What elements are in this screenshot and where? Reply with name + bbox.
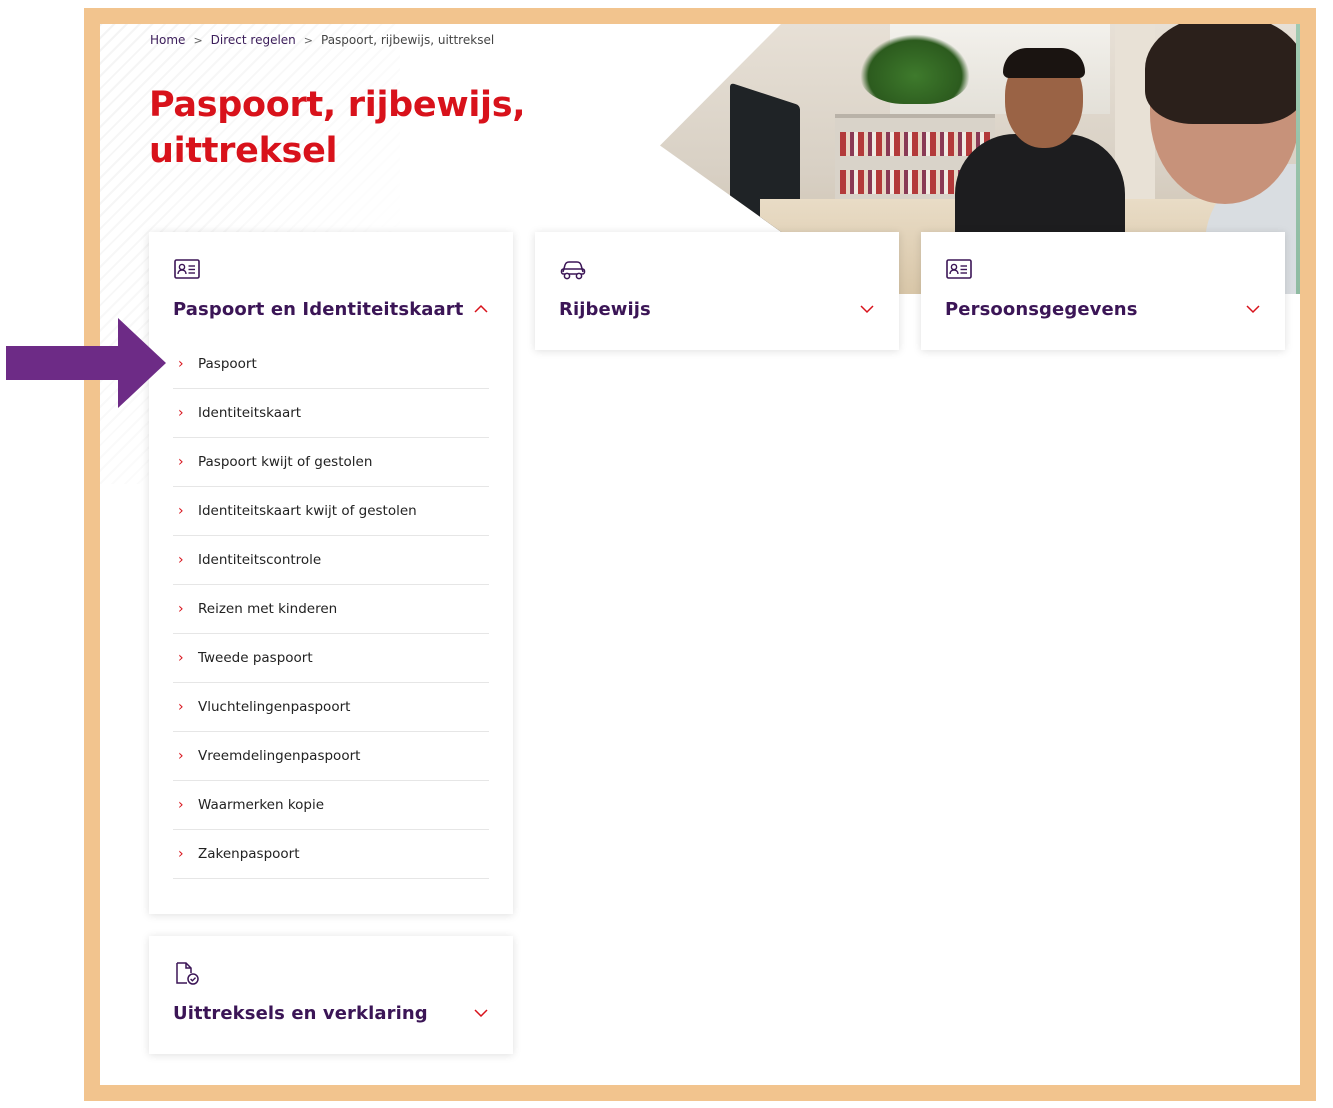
annotation-arrow-icon: [6, 318, 166, 408]
breadcrumb: Home > Direct regelen > Paspoort, rijbew…: [150, 33, 494, 47]
card-header-toggle[interactable]: Paspoort en Identiteitskaart: [173, 296, 489, 322]
submenu-item-paspoort[interactable]: › Paspoort: [173, 340, 489, 389]
card-title: Uittreksels en verklaring: [173, 1002, 428, 1024]
car-icon: [560, 261, 586, 280]
submenu-item-label: Vreemdelingenpaspoort: [198, 748, 361, 764]
chevron-up-icon[interactable]: [473, 304, 489, 314]
submenu-item-vreemdelingenpaspoort[interactable]: › Vreemdelingenpaspoort: [173, 732, 489, 781]
chevron-right-icon: ›: [178, 356, 184, 372]
card-header-toggle[interactable]: Uittreksels en verklaring: [173, 1000, 489, 1026]
id-card-icon: [174, 259, 200, 279]
submenu-item-label: Identiteitskaart kwijt of gestolen: [198, 503, 417, 519]
page-title-line-2: uittreksel: [149, 131, 338, 171]
chevron-right-icon: ›: [178, 601, 184, 617]
submenu-item-label: Tweede paspoort: [198, 650, 313, 666]
submenu-item-identiteitscontrole[interactable]: › Identiteitscontrole: [173, 536, 489, 585]
chevron-down-icon[interactable]: [1245, 304, 1261, 314]
chevron-down-icon[interactable]: [859, 304, 875, 314]
card-paspoort-identiteitskaart: Paspoort en Identiteitskaart › Paspoort ›…: [149, 232, 513, 914]
submenu-item-vluchtelingenpaspoort[interactable]: › Vluchtelingenpaspoort: [173, 683, 489, 732]
chevron-right-icon: ›: [178, 748, 184, 764]
page-title-line-1: Paspoort, rijbewijs,: [149, 85, 526, 125]
submenu-item-label: Reizen met kinderen: [198, 601, 338, 617]
chevron-right-icon: ›: [178, 405, 184, 421]
submenu-item-waarmerken-kopie[interactable]: › Waarmerken kopie: [173, 781, 489, 830]
chevron-right-icon: ›: [178, 699, 184, 715]
submenu-item-label: Identiteitscontrole: [198, 552, 322, 568]
chevron-right-icon: ›: [178, 454, 184, 470]
card-header-toggle[interactable]: Rijbewijs: [559, 296, 875, 322]
card-uittreksels: Uittreksels en verklaring: [149, 936, 513, 1054]
card-persoonsgegevens: Persoonsgegevens: [921, 232, 1285, 350]
chevron-down-icon[interactable]: [473, 1008, 489, 1018]
document-check-icon: [176, 962, 199, 985]
submenu-item-label: Identiteitskaart: [198, 405, 302, 421]
submenu-item-paspoort-kwijt[interactable]: › Paspoort kwijt of gestolen: [173, 438, 489, 487]
id-card-icon: [946, 259, 972, 279]
card-rijbewijs: Rijbewijs: [535, 232, 899, 350]
breadcrumb-direct-regelen-link[interactable]: Direct regelen: [211, 33, 296, 47]
breadcrumb-separator-icon: >: [303, 33, 313, 47]
submenu-item-reizen-met-kinderen[interactable]: › Reizen met kinderen: [173, 585, 489, 634]
breadcrumb-home-link[interactable]: Home: [150, 33, 185, 47]
chevron-right-icon: ›: [178, 846, 184, 862]
submenu-item-identiteitskaart[interactable]: › Identiteitskaart: [173, 389, 489, 438]
breadcrumb-current: Paspoort, rijbewijs, uittreksel: [321, 33, 495, 47]
breadcrumb-separator-icon: >: [193, 33, 203, 47]
card-title: Paspoort en Identiteitskaart: [173, 298, 464, 320]
page-frame: Home > Direct regelen > Paspoort, rijbew…: [84, 8, 1316, 1101]
chevron-right-icon: ›: [178, 797, 184, 813]
card-header-toggle[interactable]: Persoonsgegevens: [945, 296, 1261, 322]
submenu-item-label: Zakenpaspoort: [198, 846, 300, 862]
card-title: Rijbewijs: [559, 298, 651, 320]
submenu-item-identiteitskaart-kwijt[interactable]: › Identiteitskaart kwijt of gestolen: [173, 487, 489, 536]
submenu-list: › Paspoort › Identiteitskaart › Paspoort kw…: [173, 340, 489, 879]
submenu-item-label: Paspoort: [198, 356, 257, 372]
submenu-item-zakenpaspoort[interactable]: › Zakenpaspoort: [173, 830, 489, 879]
chevron-right-icon: ›: [178, 650, 184, 666]
chevron-right-icon: ›: [178, 503, 184, 519]
card-title: Persoonsgegevens: [945, 298, 1138, 320]
chevron-right-icon: ›: [178, 552, 184, 568]
submenu-item-label: Vluchtelingenpaspoort: [198, 699, 351, 715]
page-title: Paspoort, rijbewijs, uittreksel: [149, 82, 549, 174]
submenu-item-label: Paspoort kwijt of gestolen: [198, 454, 373, 470]
submenu-item-label: Waarmerken kopie: [198, 797, 325, 813]
submenu-item-tweede-paspoort[interactable]: › Tweede paspoort: [173, 634, 489, 683]
